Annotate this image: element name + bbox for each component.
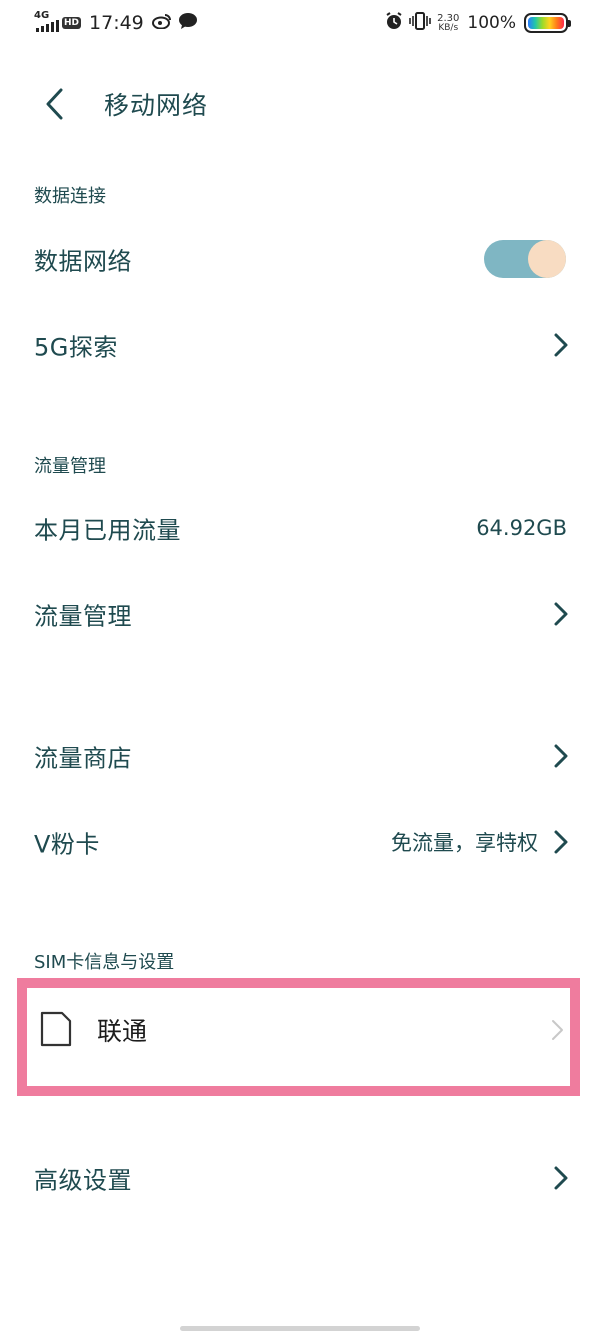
chevron-right-icon xyxy=(554,602,568,626)
sim-card-icon xyxy=(40,1011,72,1047)
hd-badge: HD xyxy=(62,17,82,29)
section-header-sim: SIM卡信息与设置 xyxy=(34,952,175,973)
row-vcard[interactable]: V粉卡 免流量，享特权 xyxy=(0,802,600,882)
row-monthly-usage: 本月已用流量 64.92GB xyxy=(0,488,600,568)
vibrate-icon xyxy=(409,12,431,34)
status-left: 4G HD 17:49 xyxy=(34,10,204,36)
chat-icon xyxy=(178,12,198,34)
data-network-label: 数据网络 xyxy=(34,247,132,276)
network-speed: 2.30 KB/s xyxy=(437,13,460,33)
battery-percent: 100% xyxy=(467,13,516,33)
weibo-icon xyxy=(151,13,172,33)
row-data-network[interactable]: 数据网络 xyxy=(0,219,600,299)
advanced-settings-label: 高级设置 xyxy=(34,1166,132,1195)
sim-card-row[interactable]: 联通 xyxy=(17,978,580,1096)
header: 移动网络 xyxy=(0,72,600,136)
chevron-right-icon xyxy=(552,1020,563,1040)
monthly-usage-label: 本月已用流量 xyxy=(34,516,181,545)
row-traffic-manage[interactable]: 流量管理 xyxy=(0,574,600,654)
vcard-label: V粉卡 xyxy=(34,830,100,859)
battery-icon xyxy=(524,13,571,33)
chevron-right-icon xyxy=(554,333,568,357)
section-header-data-connection: 数据连接 xyxy=(34,186,106,207)
clock: 17:49 xyxy=(89,12,144,34)
alarm-icon xyxy=(385,12,403,34)
back-arrow-icon xyxy=(46,88,63,120)
traffic-store-label: 流量商店 xyxy=(34,744,132,773)
chevron-right-icon xyxy=(554,1166,568,1190)
data-network-toggle[interactable] xyxy=(484,240,566,278)
5g-explore-label: 5G探索 xyxy=(34,333,118,362)
row-5g-explore[interactable]: 5G探索 xyxy=(0,305,600,385)
page-title: 移动网络 xyxy=(104,91,209,120)
chevron-right-icon xyxy=(554,830,568,854)
status-right: 2.30 KB/s 100% xyxy=(385,10,571,36)
traffic-manage-label: 流量管理 xyxy=(34,602,132,631)
monthly-usage-value: 64.92GB xyxy=(476,516,567,540)
signal-icon: 4G xyxy=(34,11,60,35)
vcard-subtitle: 免流量，享特权 xyxy=(391,831,538,855)
section-header-traffic: 流量管理 xyxy=(34,456,106,477)
toggle-knob xyxy=(528,240,566,278)
status-bar: 4G HD 17:49 2.30 KB/s 100% xyxy=(0,0,600,46)
row-advanced-settings[interactable]: 高级设置 xyxy=(0,1138,600,1218)
home-indicator[interactable] xyxy=(180,1326,420,1331)
chevron-right-icon xyxy=(554,744,568,768)
back-button[interactable] xyxy=(36,84,76,124)
row-traffic-store[interactable]: 流量商店 xyxy=(0,716,600,796)
sim-carrier-name: 联通 xyxy=(97,1017,148,1046)
